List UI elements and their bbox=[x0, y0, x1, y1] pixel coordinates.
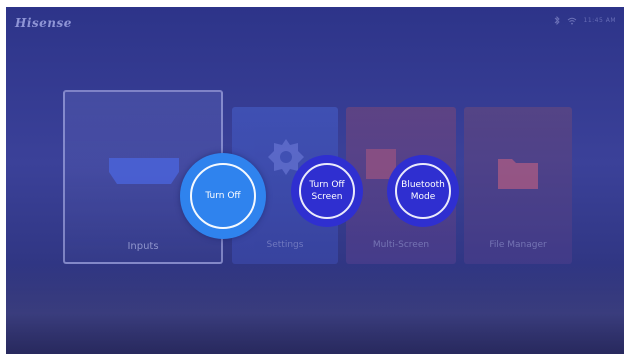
bluetooth-mode-label: Bluetooth Mode bbox=[401, 179, 445, 203]
folder-icon bbox=[498, 159, 538, 189]
background-scene bbox=[6, 264, 624, 354]
turn-off-screen-button[interactable]: Turn Off Screen bbox=[291, 155, 363, 227]
turn-off-screen-line2: Screen bbox=[311, 192, 343, 202]
status-bar: 11:45 AM bbox=[554, 16, 616, 25]
turn-off-screen-label: Turn Off Screen bbox=[309, 179, 344, 203]
turn-off-screen-line1: Turn Off bbox=[309, 180, 345, 190]
turn-off-button[interactable]: Turn Off bbox=[180, 153, 266, 239]
bluetooth-icon bbox=[554, 16, 560, 25]
tile-file-manager[interactable]: File Manager bbox=[464, 107, 572, 264]
brand-logo: Hisense bbox=[15, 16, 72, 30]
turn-off-label: Turn Off bbox=[205, 191, 241, 201]
tile-settings-label: Settings bbox=[266, 240, 304, 250]
clock: 11:45 AM bbox=[583, 17, 616, 24]
bluetooth-mode-line2: Mode bbox=[410, 192, 436, 202]
bluetooth-mode-line1: Bluetooth bbox=[401, 180, 445, 190]
tile-inputs-label: Inputs bbox=[127, 241, 159, 252]
tile-multi-screen-label: Multi-Screen bbox=[372, 240, 430, 250]
tv-screen: Hisense 11:45 AM Inputs Settings Multi-S… bbox=[6, 7, 624, 354]
hdmi-input-icon bbox=[109, 158, 179, 184]
tile-file-manager-label: File Manager bbox=[489, 240, 547, 250]
wifi-icon bbox=[567, 17, 576, 24]
bluetooth-mode-button[interactable]: Bluetooth Mode bbox=[387, 155, 459, 227]
